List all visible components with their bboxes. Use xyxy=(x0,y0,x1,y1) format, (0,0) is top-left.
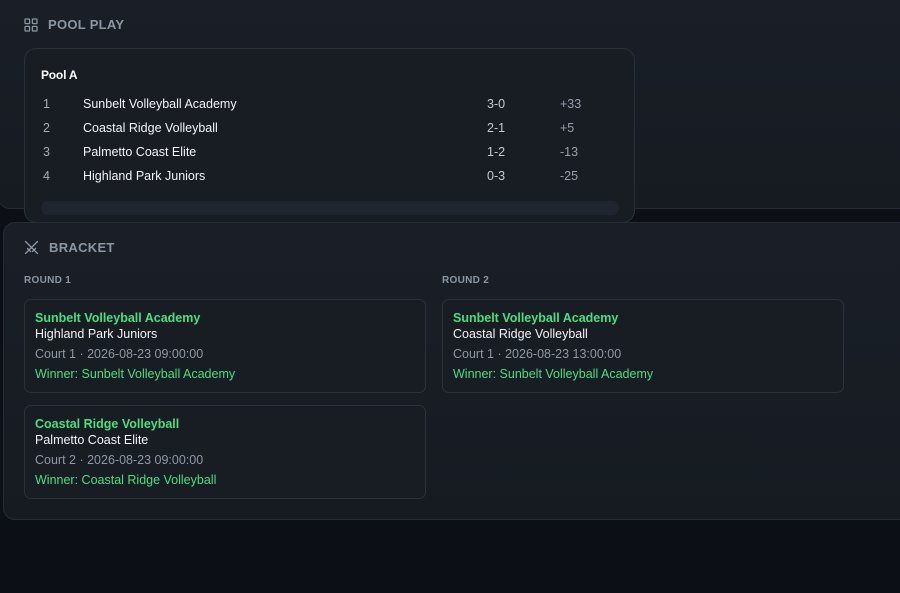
standing-point-diff: -25 xyxy=(560,169,579,183)
standings-row: 1 Sunbelt Volleyball Academy 3-0 +33 xyxy=(41,93,621,117)
standing-team: Palmetto Coast Elite xyxy=(83,145,197,159)
match-team-1: Sunbelt Volleyball Academy xyxy=(453,311,619,325)
standing-record: 1-2 xyxy=(487,145,506,159)
standing-team: Coastal Ridge Volleyball xyxy=(83,121,218,135)
pool-name: Pool A xyxy=(41,68,78,82)
crossed-swords-icon xyxy=(24,240,39,255)
standings-row: 3 Palmetto Coast Elite 1-2 -13 xyxy=(41,141,621,165)
match-team-2: Palmetto Coast Elite xyxy=(35,433,149,447)
match-card[interactable]: Coastal Ridge Volleyball Palmetto Coast … xyxy=(24,405,426,499)
standing-point-diff: +33 xyxy=(560,97,582,111)
standing-record: 2-1 xyxy=(487,121,506,135)
standing-rank: 3 xyxy=(43,145,50,159)
match-court-time: Court 1 · 2026-08-23 09:00:00 xyxy=(35,347,204,361)
standing-team: Sunbelt Volleyball Academy xyxy=(83,97,237,111)
pool-play-header: POOL PLAY xyxy=(24,17,124,32)
standings-table: 1 Sunbelt Volleyball Academy 3-0 +33 2 C… xyxy=(41,93,621,189)
match-winner: Winner: Sunbelt Volleyball Academy xyxy=(35,367,236,381)
standing-rank: 2 xyxy=(43,121,50,135)
pool-footer-bar xyxy=(41,201,619,215)
match-team-2: Coastal Ridge Volleyball xyxy=(453,327,588,341)
match-card[interactable]: Sunbelt Volleyball Academy Coastal Ridge… xyxy=(442,299,844,393)
bracket-title: BRACKET xyxy=(49,240,115,255)
standings-row: 4 Highland Park Juniors 0-3 -25 xyxy=(41,165,621,189)
match-court-time: Court 2 · 2026-08-23 09:00:00 xyxy=(35,453,204,467)
pool-play-title: POOL PLAY xyxy=(48,17,125,32)
grid-icon xyxy=(24,17,38,32)
pool-card: Pool A 1 Sunbelt Volleyball Academy 3-0 … xyxy=(24,48,635,223)
round-label: ROUND 2 xyxy=(442,275,490,286)
standings-row: 2 Coastal Ridge Volleyball 2-1 +5 xyxy=(41,117,621,141)
round-label: ROUND 1 xyxy=(24,275,72,286)
match-team-1: Coastal Ridge Volleyball xyxy=(35,417,180,431)
standing-point-diff: +5 xyxy=(560,121,575,135)
match-team-2: Highland Park Juniors xyxy=(35,327,158,341)
match-winner: Winner: Sunbelt Volleyball Academy xyxy=(453,367,654,381)
match-winner: Winner: Coastal Ridge Volleyball xyxy=(35,473,217,487)
standing-rank: 4 xyxy=(43,169,50,183)
bracket-header: BRACKET xyxy=(24,240,115,255)
match-court-time: Court 1 · 2026-08-23 13:00:00 xyxy=(453,347,622,361)
standing-record: 0-3 xyxy=(487,169,506,183)
match-card[interactable]: Sunbelt Volleyball Academy Highland Park… xyxy=(24,299,426,393)
standing-rank: 1 xyxy=(43,97,50,111)
standing-record: 3-0 xyxy=(487,97,506,111)
standing-point-diff: -13 xyxy=(560,145,579,159)
standing-team: Highland Park Juniors xyxy=(83,169,206,183)
match-team-1: Sunbelt Volleyball Academy xyxy=(35,311,201,325)
